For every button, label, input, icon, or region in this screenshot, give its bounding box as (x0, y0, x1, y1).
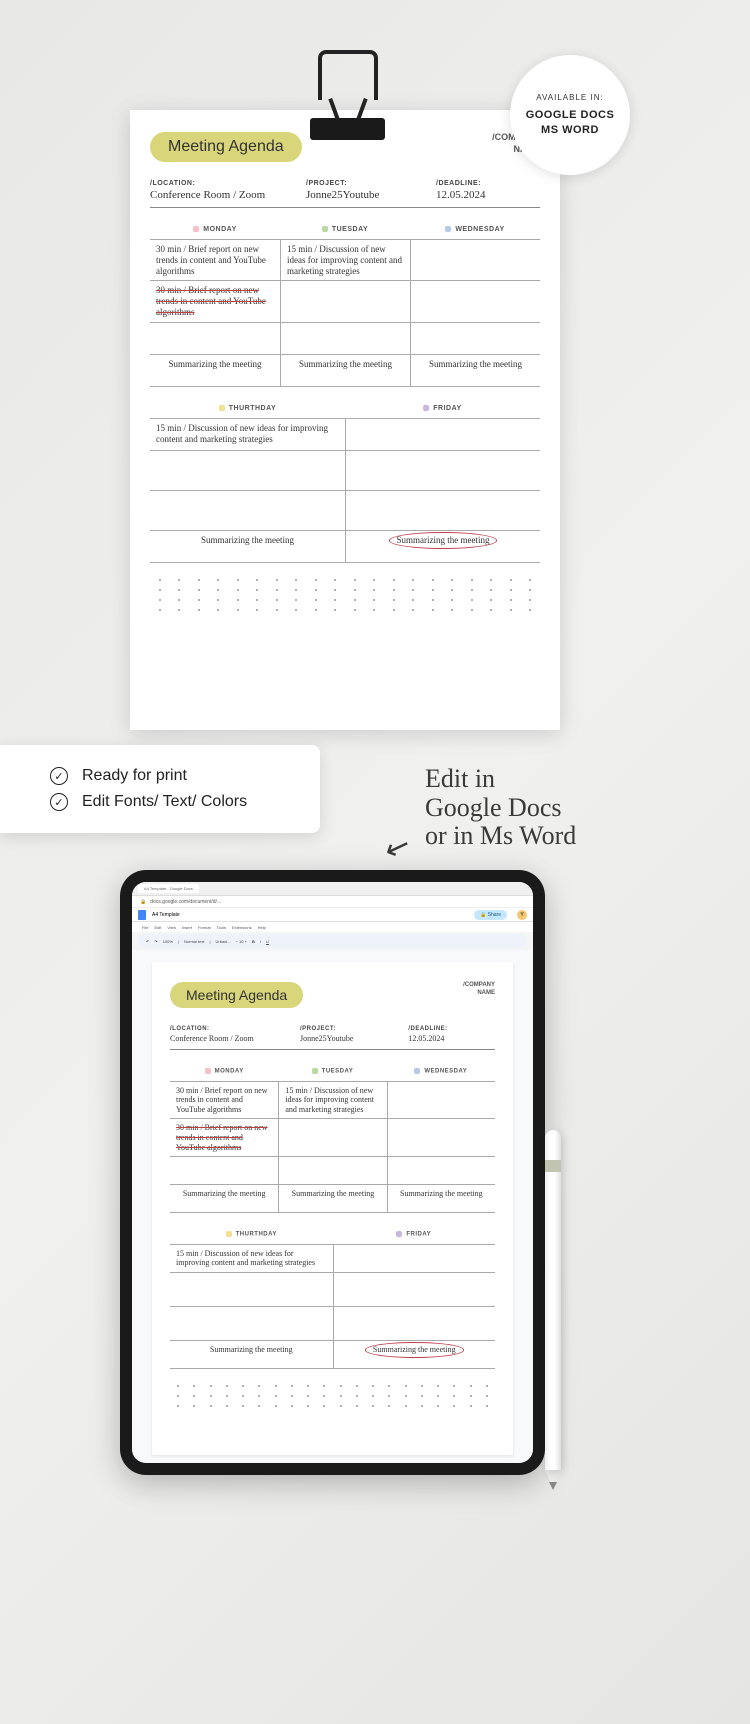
week-grid-1: MONDAY TUESDAY WEDNESDAY 30 min / Brief … (150, 220, 540, 387)
share-button[interactable]: 🔒 Share (474, 910, 507, 920)
check-icon: ✓ (50, 767, 68, 785)
menu-extensions[interactable]: Extensions (232, 925, 252, 930)
browser-tab[interactable]: A4 Template - Google Docs (138, 884, 199, 893)
feature-edit: ✓ Edit Fonts/ Text/ Colors (50, 789, 296, 815)
meta-row: /LOCATION: Conference Room / Zoom /PROJE… (150, 180, 540, 208)
dots-grid-2 (170, 1385, 495, 1407)
badge-apps: GOOGLE DOCS MS WORD (526, 108, 615, 137)
tablet-screen: A4 Template - Google Docs 🔒 docs.google.… (132, 882, 533, 1463)
agenda-paper: Meeting Agenda /COMPANY NAME /LOCATION: … (130, 110, 560, 730)
tue-summary: Summarizing the meeting (280, 354, 410, 386)
check-icon: ✓ (50, 793, 68, 811)
fri-summary: Summarizing the meeting (345, 530, 540, 562)
gdocs-header: A4 Template 🔒 Share Y (132, 908, 533, 922)
agenda-title: Meeting Agenda (150, 132, 302, 162)
deadline-label: /DEADLINE: (436, 180, 540, 187)
mon-cell-1: 30 min / Brief report on new trends in c… (150, 239, 280, 280)
week-grid-2: THURTHDAY FRIDAY 15 min / Discussion of … (150, 399, 540, 563)
menu-file[interactable]: File (142, 925, 148, 930)
gdocs-menu: File Edit View Insert Format Tools Exten… (132, 922, 533, 932)
availability-badge: AVAILABLE IN: GOOGLE DOCS MS WORD (510, 55, 630, 175)
menu-edit[interactable]: Edit (154, 925, 161, 930)
feature-print: ✓ Ready for print (50, 763, 296, 789)
thu-cell-1: 15 min / Discussion of new ideas for imp… (150, 418, 345, 450)
menu-tools[interactable]: Tools (217, 925, 226, 930)
gdocs-format-toolbar: ↶↷ 100%| Normal text| Urbani... − 10 + B… (138, 934, 527, 948)
url-bar[interactable]: 🔒 docs.google.com/document/d/... (132, 896, 533, 908)
wed-summary: Summarizing the meeting (410, 354, 540, 386)
mon-summary: Summarizing the meeting (150, 354, 280, 386)
dots-grid (150, 579, 540, 611)
feature-card: ✓ Ready for print ✓ Edit Fonts/ Text/ Co… (0, 745, 320, 833)
tablet-mockup: A4 Template - Google Docs 🔒 docs.google.… (120, 870, 545, 1475)
gdocs-canvas: Meeting Agenda /COMPANY NAME /LOCATION:C… (132, 950, 533, 1463)
menu-help[interactable]: Help (258, 925, 266, 930)
thu-summary: Summarizing the meeting (150, 530, 345, 562)
menu-view[interactable]: View (167, 925, 176, 930)
project-label: /PROJECT: (306, 180, 436, 187)
annotation-text: Edit in Google Docs or in Ms Word (425, 765, 576, 851)
gdocs-doc-title[interactable]: A4 Template (152, 912, 180, 918)
location-value: Conference Room / Zoom (150, 189, 306, 201)
avatar[interactable]: Y (517, 910, 527, 920)
badge-available-label: AVAILABLE IN: (536, 93, 603, 102)
menu-insert[interactable]: Insert (182, 925, 192, 930)
menu-format[interactable]: Format (198, 925, 211, 930)
location-label: /LOCATION: (150, 180, 306, 187)
project-value: Jonne25Youtube (306, 189, 436, 201)
gdocs-page[interactable]: Meeting Agenda /COMPANY NAME /LOCATION:C… (152, 962, 513, 1455)
browser-tabs: A4 Template - Google Docs (132, 882, 533, 896)
apple-pencil (545, 1130, 561, 1520)
gdocs-icon (138, 910, 146, 920)
binder-clip (310, 50, 385, 135)
deadline-value: 12.05.2024 (436, 189, 540, 201)
wed-cell-1 (410, 239, 540, 280)
tue-cell-1: 15 min / Discussion of new ideas for imp… (280, 239, 410, 280)
arrow-icon: ↙ (380, 827, 416, 868)
mon-cell-2: 30 min / Brief report on new trends in c… (150, 280, 280, 321)
